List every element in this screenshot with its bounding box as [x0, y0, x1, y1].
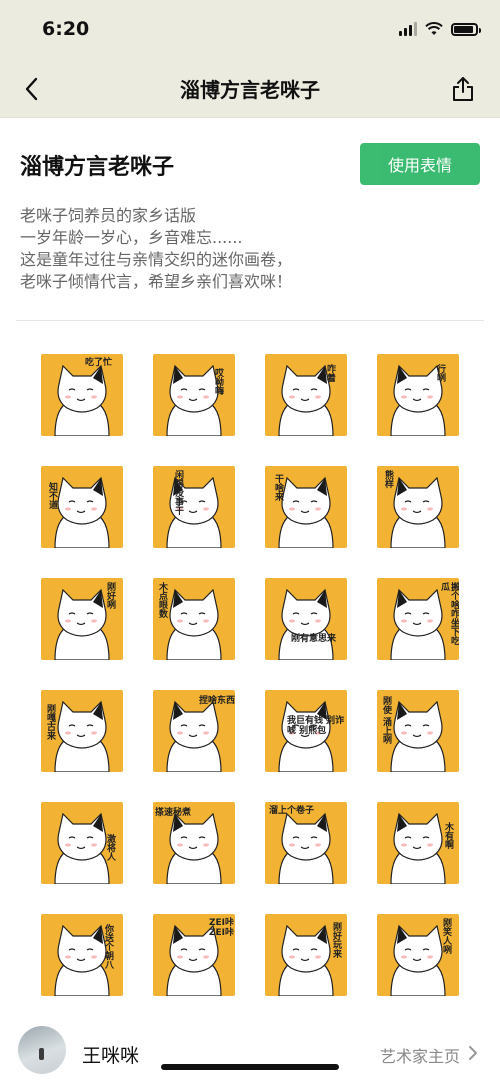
artist-bar[interactable]: 王咪咪 艺术家主页 [0, 1018, 500, 1082]
sticker-item[interactable]: 搬个啥咋坐下吃瓜 [377, 578, 459, 660]
sticker-caption: 哎呦嗨 [213, 368, 223, 395]
sticker-item[interactable]: 刚好玩来 [265, 914, 347, 996]
sticker-caption: 木点眼数 [157, 582, 167, 618]
description-line: 老咪子饲养员的家乡话版 [20, 206, 197, 225]
sticker-caption: 刚有意思来 [291, 634, 337, 644]
sticker-item[interactable]: ZEI咔 ZEI咔 [153, 914, 235, 996]
nav-title: 淄博方言老咪子 [180, 78, 320, 102]
sticker-caption: 你送个朝八 [103, 924, 113, 969]
sticker-caption: 刚使 涌上咧 [381, 696, 391, 745]
sticker-caption: 搽速秘煮 [155, 808, 192, 818]
artist-avatar[interactable] [18, 1026, 66, 1074]
sticker-caption: 熊样 [383, 470, 393, 488]
sticker-caption: 搬个啥咋坐下吃瓜 [439, 582, 459, 645]
chevron-right-icon [469, 1046, 477, 1060]
sticker-item[interactable]: 闲得没事干 [153, 466, 235, 548]
sticker-item[interactable]: 刚使 涌上咧 [377, 690, 459, 772]
sticker-item[interactable]: 干啥来 [265, 466, 347, 548]
use-sticker-button[interactable]: 使用表情 [360, 143, 480, 185]
sticker-item[interactable]: 行咧 [377, 354, 459, 436]
sticker-caption: 刚嘎古来 [45, 704, 55, 740]
sticker-item[interactable]: 哎呦嗨 [153, 354, 235, 436]
sticker-caption: 行咧 [435, 364, 445, 382]
pack-title: 淄博方言老咪子 [20, 155, 175, 180]
sticker-caption: 闲得没事干 [173, 470, 183, 515]
wifi-icon [425, 22, 443, 35]
sticker-caption: 激将人 [105, 834, 115, 861]
description-line: 一岁年龄一岁心，乡音难忘...... [20, 228, 243, 247]
pack-description: 老咪子饲养员的家乡话版 一岁年龄一岁心，乡音难忘...... 这是童年过往与亲情… [20, 205, 480, 293]
status-icons [399, 22, 481, 36]
status-time: 6:20 [42, 18, 90, 40]
sticker-caption: 干啥来 [273, 474, 283, 501]
sticker-item[interactable]: 熊样 [377, 466, 459, 548]
sticker-item[interactable]: 吃了忙 [41, 354, 123, 436]
description-line: 这是童年过往与亲情交织的迷你画卷， [20, 250, 293, 269]
sticker-item[interactable]: 捏啥东西 [153, 690, 235, 772]
sticker-caption: 溜上个卷子 [269, 806, 315, 816]
share-icon [453, 77, 473, 101]
status-bar: 6:20 [0, 0, 500, 60]
sticker-caption: 刚好玩来 [331, 922, 341, 958]
sticker-item[interactable]: 知不道 [41, 466, 123, 548]
sticker-caption: ZEI咔 ZEI咔 [209, 918, 235, 938]
sticker-item[interactable]: 刚嘎古来 [41, 690, 123, 772]
sticker-caption: 知不道 [47, 482, 57, 509]
sticker-caption: 木有啊 [443, 822, 453, 849]
sticker-item[interactable]: 刚好咧 [41, 578, 123, 660]
navigation-bar: 淄博方言老咪子 [0, 60, 500, 118]
sticker-caption: 我巨有钱 别诈唬 别熊包 [287, 716, 345, 736]
sticker-item[interactable]: 我巨有钱 别诈唬 别熊包 [265, 690, 347, 772]
artist-name[interactable]: 王咪咪 [82, 1041, 139, 1068]
sticker-caption: 刚笑人咧 [441, 918, 451, 954]
home-indicator [161, 1064, 339, 1070]
sticker-item[interactable]: 搽速秘煮 [153, 802, 235, 884]
sticker-item[interactable]: 木有啊 [377, 802, 459, 884]
share-button[interactable] [446, 72, 480, 106]
sticker-item[interactable]: 木点眼数 [153, 578, 235, 660]
sticker-item[interactable]: 激将人 [41, 802, 123, 884]
sticker-item[interactable]: 刚笑人咧 [377, 914, 459, 996]
sticker-caption: 捏啥东西 [199, 696, 235, 706]
sticker-caption: 吃了忙 [85, 358, 113, 368]
sticker-item[interactable]: 咋着 [265, 354, 347, 436]
sticker-item[interactable]: 你送个朝八 [41, 914, 123, 996]
divider [16, 320, 484, 321]
sticker-caption: 咋着 [325, 364, 335, 382]
description-line: 老咪子倾情代言，希望乡亲们喜欢咪！ [20, 272, 293, 291]
battery-icon [451, 22, 481, 36]
sticker-item[interactable]: 刚有意思来 [265, 578, 347, 660]
sticker-caption: 刚好咧 [105, 582, 115, 609]
signal-icon [399, 22, 417, 36]
sticker-item[interactable]: 溜上个卷子 [265, 802, 347, 884]
artist-home-link[interactable]: 艺术家主页 [380, 1043, 460, 1067]
